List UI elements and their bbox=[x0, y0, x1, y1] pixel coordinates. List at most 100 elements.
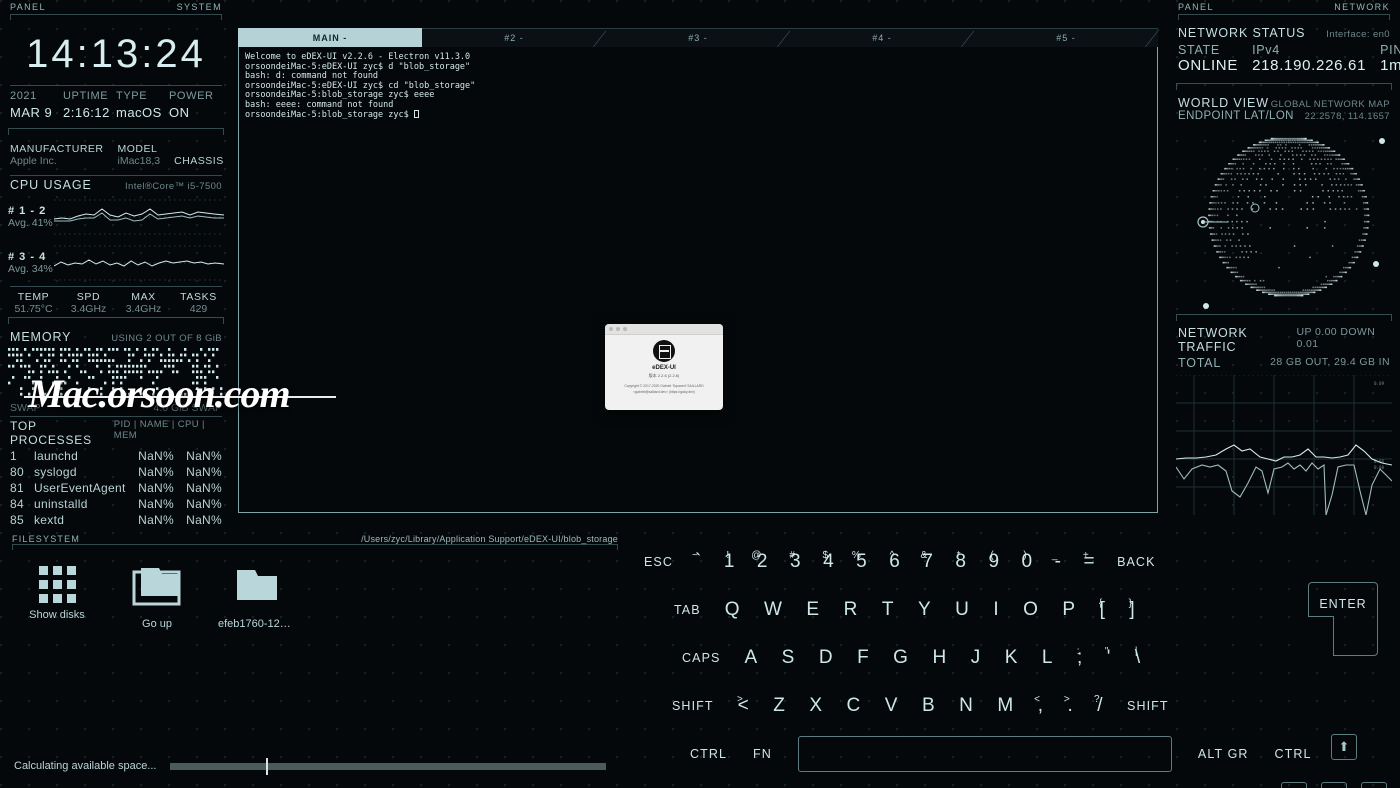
process-cpu: NaN% bbox=[128, 465, 174, 479]
key-4[interactable]: $4 bbox=[823, 551, 834, 573]
key-arrow-right[interactable]: ➡ bbox=[1361, 782, 1387, 788]
terminal-tab-1[interactable]: MAIN - bbox=[238, 28, 422, 47]
key-w[interactable]: W bbox=[764, 599, 782, 621]
key-h[interactable]: H bbox=[932, 647, 946, 669]
key-arrow-down[interactable]: ⬇ bbox=[1321, 782, 1347, 788]
key-label: Q bbox=[725, 599, 740, 621]
key-n[interactable]: N bbox=[959, 695, 973, 717]
endpoint-value: 22.2578, 114.1657 bbox=[1305, 111, 1390, 122]
key-o[interactable]: O bbox=[1023, 599, 1038, 621]
key-r[interactable]: R bbox=[844, 599, 858, 621]
key-[interactable]: | \ bbox=[1135, 647, 1141, 669]
key-7[interactable]: & 7 bbox=[922, 551, 933, 573]
key-altgr[interactable]: ALT GR bbox=[1198, 747, 1249, 761]
terminal-tab-bar[interactable]: MAIN - #2 - #3 - #4 - #5 - bbox=[238, 28, 1158, 47]
key-u[interactable]: U bbox=[955, 599, 969, 621]
key-q[interactable]: Q bbox=[725, 599, 740, 621]
key-a[interactable]: A bbox=[744, 647, 757, 669]
cpu-core-2-avg: Avg. 34% bbox=[8, 263, 54, 275]
key-label: Y bbox=[918, 599, 931, 621]
key-0[interactable]: ) 0 bbox=[1022, 551, 1033, 573]
key-ctrl[interactable]: CTRL bbox=[1275, 747, 1312, 761]
key-arrow-left[interactable]: ⬅ bbox=[1281, 782, 1307, 788]
key-[interactable]: :; bbox=[1077, 647, 1083, 669]
key-2[interactable]: @2 bbox=[757, 551, 768, 573]
key-l[interactable]: L bbox=[1042, 647, 1053, 669]
model-value: iMac18,3 bbox=[118, 155, 161, 167]
key-[interactable]: _ - bbox=[1055, 551, 1062, 573]
key-[interactable]: <, bbox=[1038, 695, 1044, 717]
key-b[interactable]: B bbox=[922, 695, 935, 717]
network-ipv4-label: IPv4 bbox=[1252, 43, 1366, 57]
key-5[interactable]: % 5 bbox=[856, 551, 867, 573]
key-[interactable]: {[ bbox=[1100, 599, 1106, 621]
key-label: K bbox=[1005, 647, 1018, 669]
about-dialog[interactable]: eDEX-UI 版本 2.2.6 (2.2.6) Copyright © 201… bbox=[605, 324, 723, 410]
globe-visualization[interactable] bbox=[1176, 124, 1392, 314]
key-arrow-up[interactable]: ⬆ bbox=[1331, 734, 1357, 760]
cpu-stats: TEMP 51.75°C SPD 3.4GHz MAX 3.4GHz TASKS… bbox=[0, 287, 232, 317]
filesystem-item-show-disks[interactable]: Show disks bbox=[18, 566, 96, 630]
key-[interactable]: >. bbox=[1067, 695, 1073, 717]
key-c[interactable]: C bbox=[847, 695, 861, 717]
key-fn[interactable]: FN bbox=[753, 747, 772, 761]
key-label: X bbox=[809, 695, 822, 717]
terminal-tab-3[interactable]: #3 - bbox=[606, 28, 790, 47]
key-ctrl[interactable]: CTRL bbox=[690, 747, 727, 761]
key-space[interactable] bbox=[798, 736, 1172, 772]
key-d[interactable]: D bbox=[819, 647, 833, 669]
terminal-tab-4[interactable]: #4 - bbox=[790, 28, 974, 47]
network-interface: Interface: en0 bbox=[1326, 29, 1390, 40]
terminal-output: Welcome to eDEX-UI v2.2.6 - Electron v11… bbox=[245, 53, 1151, 121]
key-1[interactable]: ! 1 bbox=[724, 551, 735, 573]
key-z[interactable]: Z bbox=[773, 695, 785, 717]
key-6[interactable]: ^ 6 bbox=[889, 551, 900, 573]
key-3[interactable]: #3 bbox=[790, 551, 801, 573]
minimize-icon[interactable] bbox=[616, 327, 620, 331]
key-[interactable]: }] bbox=[1129, 599, 1135, 621]
network-traffic-rate: UP 0.00 DOWN 0.01 bbox=[1297, 326, 1391, 354]
key-m[interactable]: M bbox=[997, 695, 1013, 717]
key-k[interactable]: K bbox=[1005, 647, 1018, 669]
key-s[interactable]: S bbox=[782, 647, 795, 669]
terminal-tab-2[interactable]: #2 - bbox=[422, 28, 606, 47]
key-i[interactable]: I bbox=[993, 599, 999, 621]
close-icon[interactable] bbox=[609, 327, 613, 331]
zoom-icon[interactable] bbox=[623, 327, 627, 331]
key-esc[interactable]: ESC bbox=[644, 555, 673, 569]
key-e[interactable]: E bbox=[806, 599, 819, 621]
key-label: CAPS bbox=[682, 651, 720, 665]
summary-power-value: ON bbox=[169, 105, 190, 120]
key-g[interactable]: G bbox=[893, 647, 908, 669]
key-back[interactable]: BACK bbox=[1117, 555, 1155, 569]
key-shift[interactable]: SHIFT bbox=[1127, 699, 1169, 713]
key-[interactable]: + = bbox=[1083, 551, 1095, 573]
key-9[interactable]: (9 bbox=[988, 551, 999, 573]
key-j[interactable]: J bbox=[971, 647, 981, 669]
key-[interactable]: > < bbox=[738, 695, 750, 717]
key-[interactable]: ? / bbox=[1097, 695, 1103, 717]
filesystem-item-folder[interactable]: efeb1760-12d… bbox=[218, 566, 296, 630]
key-x[interactable]: X bbox=[809, 695, 822, 717]
key-t[interactable]: T bbox=[882, 599, 894, 621]
key-8[interactable]: * 8 bbox=[955, 551, 966, 573]
terminal-body[interactable]: Welcome to eDEX-UI v2.2.6 - Electron v11… bbox=[238, 47, 1158, 513]
key-v[interactable]: V bbox=[885, 695, 898, 717]
key-label: P bbox=[1062, 599, 1075, 621]
key-y[interactable]: Y bbox=[918, 599, 931, 621]
key-shift[interactable]: SHIFT bbox=[672, 699, 714, 713]
memory-divider bbox=[8, 317, 224, 324]
summary-date: 2021 MAR 9 bbox=[10, 86, 63, 122]
key-tab[interactable]: TAB bbox=[674, 603, 701, 617]
filesystem-item-go-up[interactable]: Go up bbox=[118, 566, 196, 630]
key-[interactable]: ~ ` bbox=[695, 551, 702, 573]
virtual-keyboard[interactable]: ESC ~ `! 1 @2 #3 $4% 5 ^ 6 & 7 * 8(9) 0 _ - + = BACK TAB Q W E R… bbox=[632, 538, 1400, 788]
key-p[interactable]: P bbox=[1062, 599, 1075, 621]
cpu-max-value: 3.4GHz bbox=[116, 303, 171, 315]
key-f[interactable]: F bbox=[857, 647, 869, 669]
terminal-tab-5[interactable]: #5 - bbox=[974, 28, 1158, 47]
key-enter[interactable]: ENTER bbox=[1308, 582, 1378, 656]
key-caps[interactable]: CAPS bbox=[682, 651, 720, 665]
about-titlebar[interactable] bbox=[605, 324, 723, 335]
key-[interactable]: " ' bbox=[1107, 647, 1111, 669]
